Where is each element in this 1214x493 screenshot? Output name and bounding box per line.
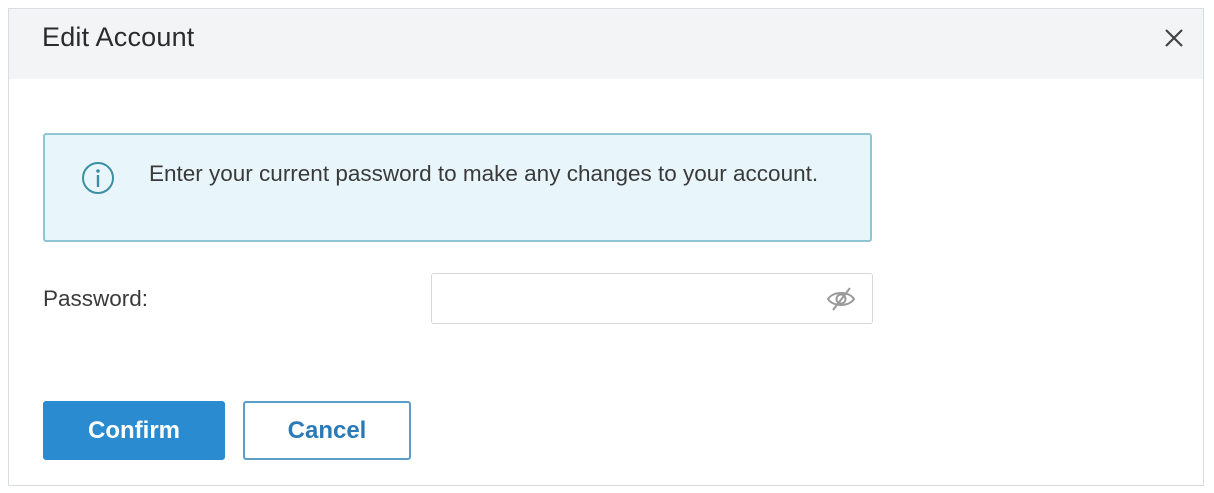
password-input[interactable] — [440, 282, 814, 317]
close-icon[interactable] — [1161, 25, 1187, 51]
dialog-header: Edit Account — [9, 9, 1203, 79]
info-banner: Enter your current password to make any … — [43, 133, 872, 242]
password-label: Password: — [43, 286, 149, 311]
edit-account-dialog: Edit Account Enter your current password… — [8, 8, 1204, 486]
dialog-title: Edit Account — [42, 22, 195, 52]
info-icon — [81, 161, 115, 195]
cancel-button[interactable]: Cancel — [243, 401, 411, 460]
info-message: Enter your current password to make any … — [149, 161, 819, 186]
confirm-button[interactable]: Confirm — [43, 401, 225, 460]
eye-slash-icon[interactable] — [826, 286, 856, 312]
password-field[interactable] — [431, 273, 873, 324]
